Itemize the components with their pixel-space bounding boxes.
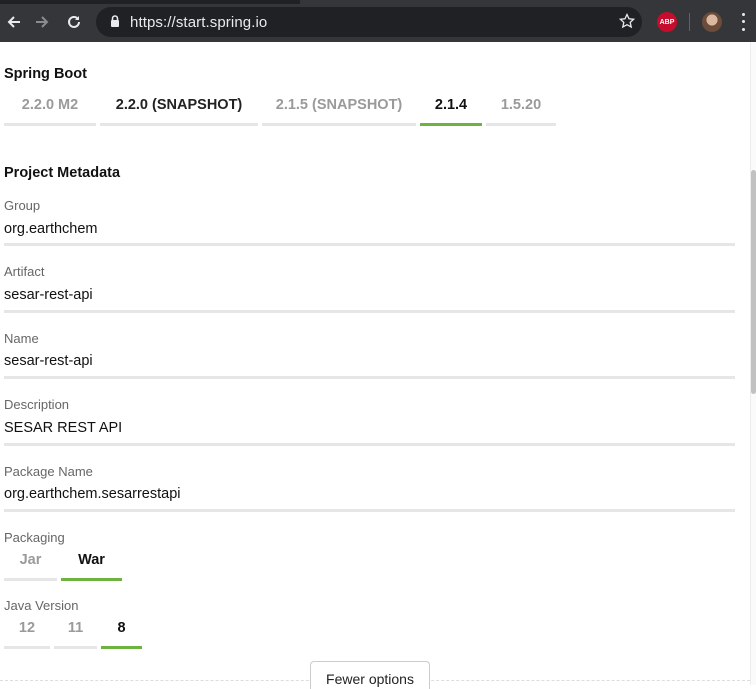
name-input[interactable] [4, 350, 735, 372]
packaging-jar[interactable]: Jar [4, 540, 57, 581]
java-version-11[interactable]: 11 [54, 608, 97, 649]
spring-boot-version-tabs: 2.2.0 M2 2.2.0 (SNAPSHOT) 2.1.5 (SNAPSHO… [4, 85, 560, 126]
artifact-underline [4, 310, 735, 313]
browser-menu-icon[interactable] [738, 11, 748, 33]
name-underline [4, 376, 735, 379]
scrollbar-thumb[interactable] [751, 170, 756, 394]
java-version-options: 12 11 8 [4, 608, 146, 649]
forward-icon[interactable] [28, 8, 56, 36]
reload-icon[interactable] [60, 8, 88, 36]
artifact-input[interactable] [4, 284, 735, 306]
spring-boot-title: Spring Boot [4, 66, 87, 82]
browser-toolbar: https://start.spring.io ABP [0, 0, 756, 42]
description-input[interactable] [4, 417, 735, 439]
description-underline [4, 443, 735, 446]
packaging-options: Jar War [4, 540, 126, 581]
project-metadata-title: Project Metadata [4, 165, 121, 181]
description-label: Description [4, 397, 70, 412]
tab-strip [0, 0, 756, 4]
group-input[interactable] [4, 218, 735, 240]
adblock-extension-icon[interactable]: ABP [657, 12, 677, 32]
adblock-label: ABP [659, 18, 675, 26]
package-name-underline [4, 509, 735, 512]
group-label: Group [4, 198, 41, 213]
profile-avatar[interactable] [702, 12, 722, 32]
java-version-8[interactable]: 8 [101, 608, 142, 649]
lock-icon [110, 15, 120, 33]
artifact-label: Artifact [4, 264, 45, 279]
package-name-input[interactable] [4, 483, 735, 505]
group-underline [4, 243, 735, 246]
back-icon[interactable] [0, 8, 28, 36]
address-bar[interactable]: https://start.spring.io [96, 7, 642, 37]
name-label: Name [4, 331, 39, 346]
package-name-label: Package Name [4, 464, 93, 479]
java-version-12[interactable]: 12 [4, 608, 50, 649]
version-tab-1-5-20[interactable]: 1.5.20 [486, 85, 556, 126]
packaging-war[interactable]: War [61, 540, 122, 581]
version-tab-2-1-5-snapshot[interactable]: 2.1.5 (SNAPSHOT) [262, 85, 416, 126]
version-tab-2-2-0-m2[interactable]: 2.2.0 M2 [4, 85, 96, 126]
toolbar-divider [689, 13, 690, 31]
version-tab-2-1-4[interactable]: 2.1.4 [420, 85, 482, 126]
url-text: https://start.spring.io [130, 14, 268, 31]
bookmark-star-icon[interactable] [618, 12, 636, 34]
version-tab-2-2-0-snapshot[interactable]: 2.2.0 (SNAPSHOT) [100, 85, 258, 126]
